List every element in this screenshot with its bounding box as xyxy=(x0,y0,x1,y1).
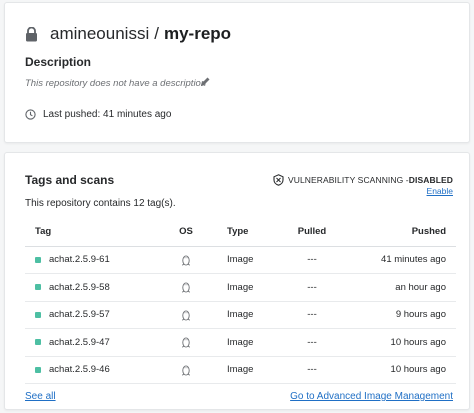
tag-status-dot xyxy=(35,256,41,263)
linux-icon xyxy=(181,337,191,348)
pushed-cell: an hour ago xyxy=(347,273,456,302)
table-row: achat.2.5.9-58 Image --- an hour ago xyxy=(25,273,456,302)
lock-icon xyxy=(26,27,37,42)
last-pushed-text: Last pushed: 41 minutes ago xyxy=(43,109,172,120)
column-header-pulled[interactable]: Pulled xyxy=(277,218,347,247)
tag-cell[interactable]: achat.2.5.9-61 xyxy=(25,246,165,274)
tag-cell[interactable]: achat.2.5.9-58 xyxy=(25,273,165,302)
vulnerability-scanning-status: VULNERABILITY SCANNING - DISABLED xyxy=(273,174,453,186)
see-all-link[interactable]: See all xyxy=(25,391,56,402)
type-cell: Image xyxy=(207,328,277,357)
os-cell xyxy=(165,356,207,384)
pulled-cell: --- xyxy=(277,246,347,274)
table-header-row: Tag OS Type Pulled Pushed xyxy=(25,218,456,247)
linux-icon xyxy=(181,310,191,321)
os-cell xyxy=(165,328,207,357)
pulled-cell: --- xyxy=(277,356,347,384)
tag-cell[interactable]: achat.2.5.9-47 xyxy=(25,328,165,357)
table-row: achat.2.5.9-61 Image --- 41 minutes ago xyxy=(25,246,456,274)
tag-cell[interactable]: achat.2.5.9-46 xyxy=(25,356,165,384)
repository-info-card: amineounissi / my-repo Description This … xyxy=(4,2,470,143)
table-row: achat.2.5.9-46 Image --- 10 hours ago xyxy=(25,356,456,384)
type-cell: Image xyxy=(207,273,277,302)
column-header-tag[interactable]: Tag xyxy=(25,218,165,247)
pushed-cell: 9 hours ago xyxy=(347,301,456,329)
tag-name[interactable]: achat.2.5.9-47 xyxy=(49,337,110,348)
advanced-image-management-link[interactable]: Go to Advanced Image Management xyxy=(290,391,453,402)
tags-section-title: Tags and scans xyxy=(25,173,115,187)
column-header-type: Type xyxy=(207,218,277,247)
linux-icon xyxy=(181,365,191,376)
description-text: This repository does not have a descript… xyxy=(25,78,207,89)
table-row: achat.2.5.9-47 Image --- 10 hours ago xyxy=(25,328,456,357)
tags-table: Tag OS Type Pulled Pushed achat.2.5.9-61… xyxy=(25,218,456,384)
tag-status-dot xyxy=(35,339,41,346)
pushed-cell: 10 hours ago xyxy=(347,328,456,357)
tag-status-dot xyxy=(35,284,41,291)
column-header-os: OS xyxy=(165,218,207,247)
last-pushed: Last pushed: 41 minutes ago xyxy=(25,109,171,120)
tag-status-dot xyxy=(35,311,41,318)
page-title: amineounissi / my-repo xyxy=(25,24,231,44)
type-cell: Image xyxy=(207,356,277,384)
enable-scanning-link[interactable]: Enable xyxy=(427,186,453,196)
pulled-cell: --- xyxy=(277,301,347,329)
description-label: Description xyxy=(25,55,92,69)
tag-count-text: This repository contains 12 tag(s). xyxy=(25,198,176,209)
vulnerability-label: VULNERABILITY SCANNING - xyxy=(287,175,409,185)
tag-cell[interactable]: achat.2.5.9-57 xyxy=(25,301,165,329)
pulled-cell: --- xyxy=(277,273,347,302)
repo-name: my-repo xyxy=(163,24,232,43)
tag-name[interactable]: achat.2.5.9-57 xyxy=(49,309,110,320)
os-cell xyxy=(165,273,207,302)
tag-name[interactable]: achat.2.5.9-46 xyxy=(49,364,110,375)
tag-name[interactable]: achat.2.5.9-58 xyxy=(49,282,110,293)
repo-separator: / xyxy=(154,24,159,43)
shield-icon xyxy=(273,174,284,186)
tag-status-dot xyxy=(35,366,41,373)
pushed-cell: 41 minutes ago xyxy=(347,246,456,274)
table-row: achat.2.5.9-57 Image --- 9 hours ago xyxy=(25,301,456,329)
tags-and-scans-card: Tags and scans VULNERABILITY SCANNING - … xyxy=(4,152,470,410)
column-header-pushed[interactable]: Pushed xyxy=(347,218,456,247)
vulnerability-status: DISABLED xyxy=(408,175,453,185)
tag-name[interactable]: achat.2.5.9-61 xyxy=(49,254,110,265)
pencil-icon[interactable] xyxy=(200,76,211,87)
pushed-cell: 10 hours ago xyxy=(347,356,456,384)
linux-icon xyxy=(181,282,191,293)
type-cell: Image xyxy=(207,301,277,329)
os-cell xyxy=(165,301,207,329)
type-cell: Image xyxy=(207,246,277,274)
linux-icon xyxy=(181,255,191,266)
pulled-cell: --- xyxy=(277,328,347,357)
repo-owner: amineounissi xyxy=(50,24,150,43)
clock-icon xyxy=(25,109,36,120)
os-cell xyxy=(165,246,207,274)
